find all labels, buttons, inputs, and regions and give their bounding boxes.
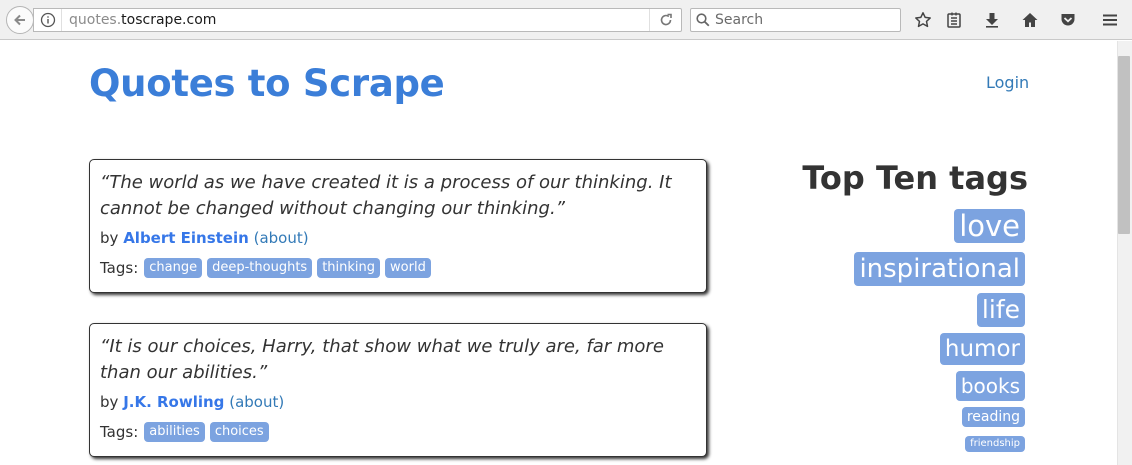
tag-cloud-item-books[interactable]: books (955, 371, 1025, 401)
scrollbar-thumb[interactable] (1118, 56, 1130, 234)
search-icon (691, 13, 715, 27)
by-label: by (100, 229, 119, 247)
author-name: J.K. Rowling (123, 393, 225, 411)
about-link[interactable]: (about) (229, 393, 284, 411)
menu-hamburger-icon[interactable] (1099, 9, 1121, 31)
site-title[interactable]: Quotes to Scrape (89, 62, 445, 105)
by-label: by (100, 393, 119, 411)
reload-button[interactable] (649, 9, 681, 31)
search-box[interactable] (690, 8, 901, 32)
reload-icon (660, 13, 672, 26)
quote-card: “The world as we have created it is a pr… (89, 159, 707, 293)
tag-link[interactable]: world (385, 258, 431, 278)
tag-cloud-item-reading[interactable]: reading (961, 407, 1025, 427)
bookmark-star-icon[interactable] (912, 9, 934, 31)
author-name: Albert Einstein (123, 229, 249, 247)
quote-text: “The world as we have created it is a pr… (100, 172, 672, 219)
tag-cloud-item-inspirational[interactable]: inspirational (854, 252, 1025, 286)
quote-text: “It is our choices, Harry, that show wha… (100, 336, 664, 383)
address-bar[interactable]: quotes.toscrape.com (33, 8, 682, 32)
search-input[interactable] (715, 12, 900, 28)
tag-link[interactable]: deep-thoughts (207, 258, 313, 278)
info-icon[interactable] (34, 9, 62, 31)
home-icon[interactable] (1019, 9, 1041, 31)
quote-card: “It is our choices, Harry, that show wha… (89, 323, 707, 457)
tags-label: Tags: (100, 423, 139, 441)
download-icon[interactable] (981, 9, 1003, 31)
tag-cloud: love inspirational life humor books read… (854, 209, 1025, 452)
about-link[interactable]: (about) (254, 229, 309, 247)
quote-byline: by Albert Einstein (about) (100, 227, 696, 249)
browser-toolbar: quotes.toscrape.com (0, 0, 1132, 40)
quote-tags: Tags: abilities choices (100, 422, 696, 442)
arrow-left-icon (14, 14, 25, 26)
tag-cloud-item-friendship[interactable]: friendship (965, 436, 1025, 452)
tag-link[interactable]: choices (209, 422, 269, 442)
bookmarks-menu-icon[interactable] (943, 9, 965, 31)
quote-tags: Tags: change deep-thoughts thinking worl… (100, 258, 696, 278)
tag-link[interactable]: abilities (144, 422, 205, 442)
login-link[interactable]: Login (986, 73, 1029, 92)
url-host: toscrape.com (121, 12, 217, 28)
tag-cloud-item-life[interactable]: life (976, 293, 1025, 327)
url-prefix: quotes. (69, 12, 122, 28)
pocket-icon[interactable] (1057, 9, 1079, 31)
top-tags-heading: Top Ten tags (802, 159, 1028, 197)
tag-link[interactable]: change (144, 258, 203, 278)
url-text[interactable]: quotes.toscrape.com (62, 12, 649, 28)
tag-cloud-item-love[interactable]: love (954, 209, 1025, 243)
quote-byline: by J.K. Rowling (about) (100, 391, 696, 413)
tag-link[interactable]: thinking (317, 258, 381, 278)
tags-label: Tags: (100, 259, 139, 277)
tag-cloud-item-humor[interactable]: humor (939, 333, 1025, 365)
back-button[interactable] (6, 6, 34, 34)
